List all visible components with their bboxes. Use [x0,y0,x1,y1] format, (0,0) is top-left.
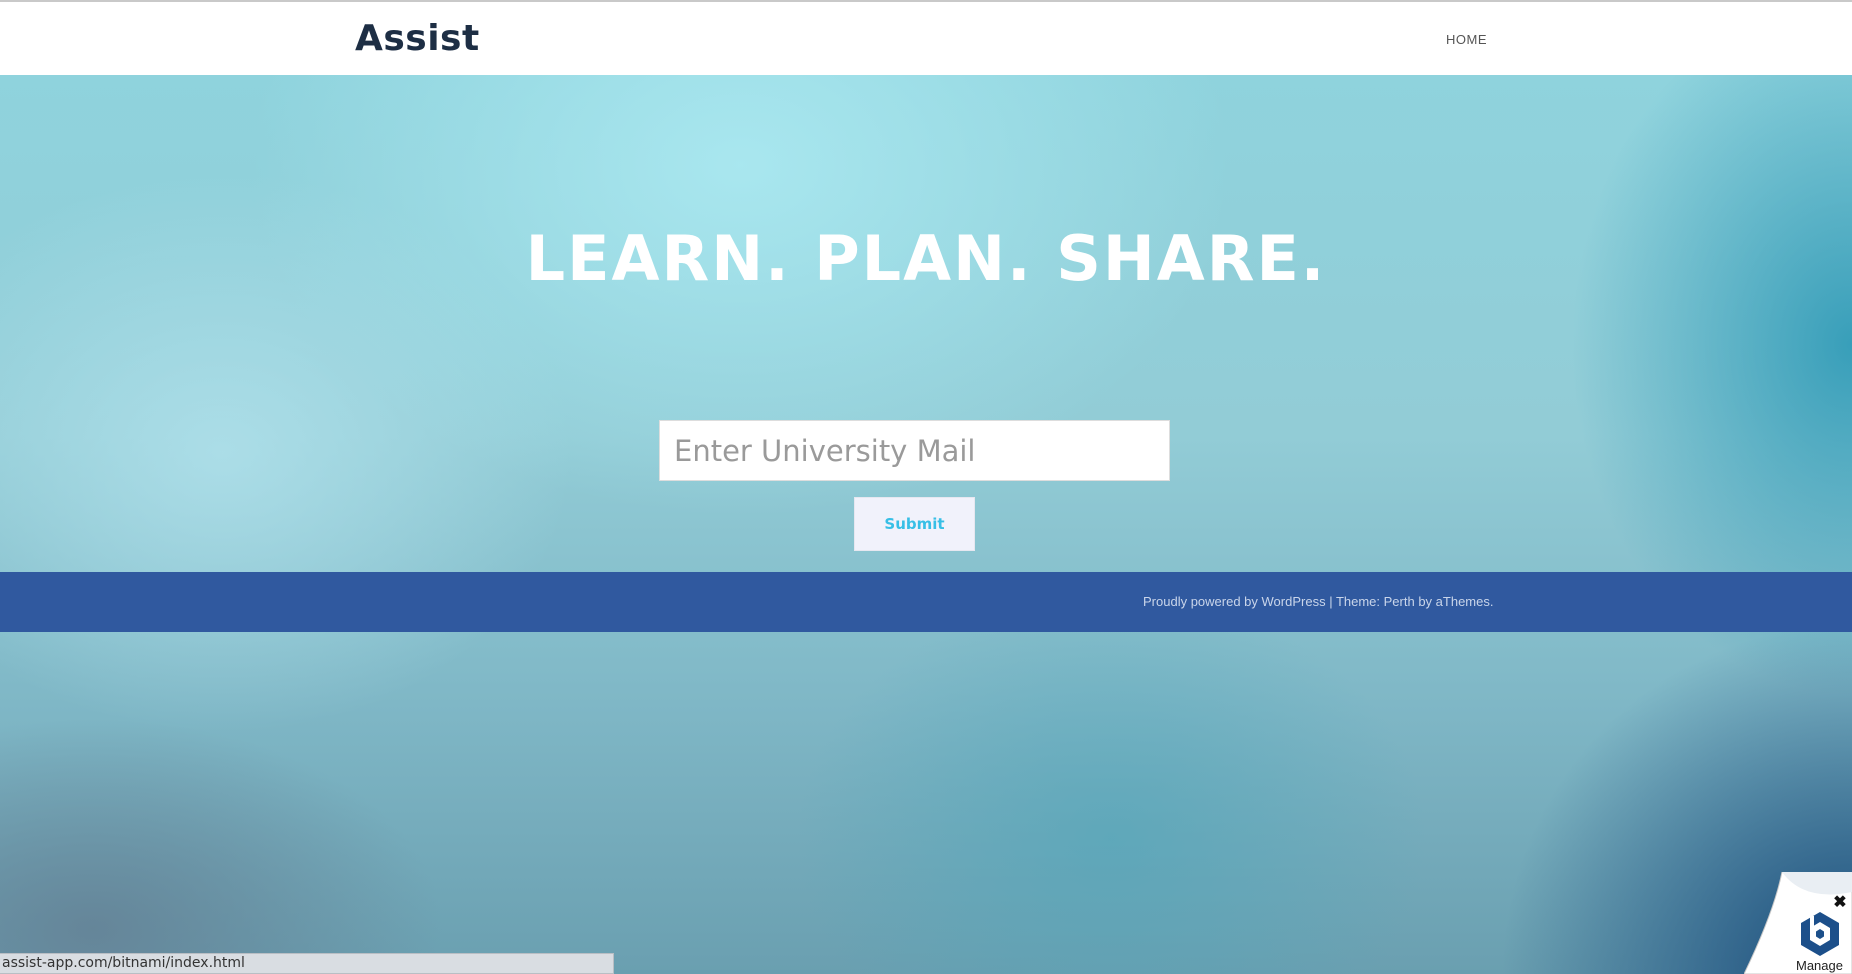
site-title[interactable]: Assist [355,18,480,59]
wordpress-link[interactable]: Proudly powered by WordPress [1143,594,1326,609]
submit-button[interactable]: Submit [854,497,975,551]
footer-credits: Proudly powered by WordPress | Theme: Pe… [1143,594,1493,609]
hero-headline: LEARN. PLAN. SHARE. [525,222,1327,295]
footer-separator: | [1325,594,1336,609]
theme-link[interactable]: Theme: Perth by aThemes. [1336,594,1494,609]
browser-status-bar-url: assist-app.com/bitnami/index.html [0,953,614,974]
site-footer: Proudly powered by WordPress | Theme: Pe… [0,572,1852,632]
university-email-input[interactable] [659,420,1170,481]
nav-item-home[interactable]: HOME [1446,32,1487,47]
manage-label[interactable]: Manage [1796,958,1843,973]
bitnami-logo-icon[interactable] [1796,910,1844,958]
site-header: Assist HOME [0,4,1852,75]
